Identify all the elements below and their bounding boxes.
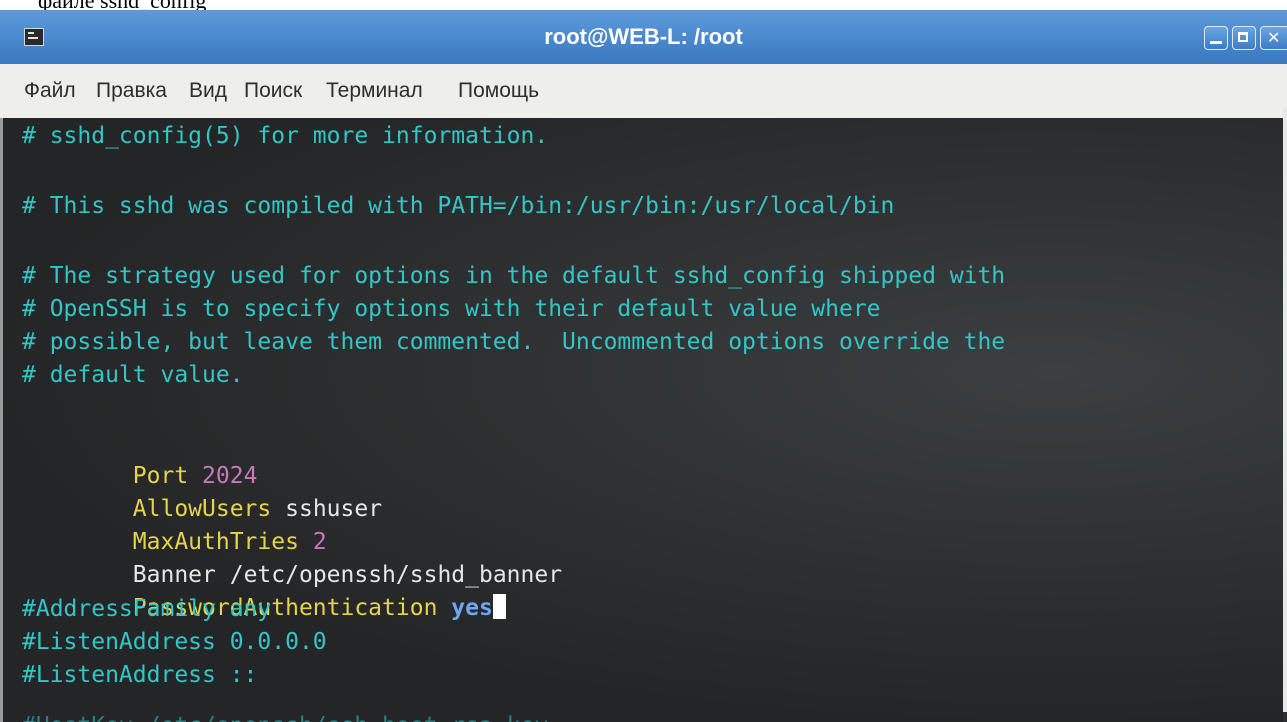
- terminal-left-edge: [0, 118, 3, 722]
- comment-line: # default value.: [22, 362, 244, 388]
- comment-line: #ListenAddress ::: [22, 662, 258, 688]
- menu-view[interactable]: Вид: [189, 79, 227, 103]
- comment-line: # sshd_config(5) for more information.: [22, 123, 549, 149]
- title-bar[interactable]: root@WEB-L: /root: [0, 10, 1287, 64]
- menu-search[interactable]: Поиск: [244, 79, 302, 103]
- config-line-port: Port 2024: [22, 428, 258, 489]
- text-cursor: [492, 594, 506, 619]
- terminal-scrollbar[interactable]: [1283, 108, 1287, 712]
- menu-edit[interactable]: Правка: [96, 79, 167, 103]
- menu-bar: Файл Правка Вид Поиск Терминал Помощь: [0, 64, 1287, 119]
- comment-line: # This sshd was compiled with PATH=/bin:…: [22, 193, 895, 219]
- maximize-button[interactable]: [1232, 26, 1256, 50]
- minimize-button[interactable]: [1204, 26, 1228, 50]
- comment-line: # OpenSSH is to specify options with the…: [22, 296, 881, 322]
- window-title: root@WEB-L: /root: [544, 24, 743, 49]
- config-line-banner: Banner /etc/openssh/sshd_banner: [22, 527, 562, 588]
- config-value: yes: [451, 595, 493, 621]
- cutoff-line: #HostKey /etc/openssh/ssh_host_rsa_key: [22, 710, 548, 722]
- close-button[interactable]: [1260, 26, 1287, 50]
- menu-help[interactable]: Помощь: [458, 79, 539, 103]
- terminal-content[interactable]: # sshd_config(5) for more information. #…: [0, 118, 1283, 722]
- comment-line: #AddressFamily any: [22, 596, 272, 622]
- menu-terminal[interactable]: Терминал: [326, 79, 423, 103]
- comment-line: # The strategy used for options in the d…: [22, 263, 1006, 289]
- menu-file[interactable]: Файл: [24, 79, 76, 103]
- config-line-passwordauthentication: PasswordAuthentication yes: [22, 560, 506, 621]
- comment-line: #ListenAddress 0.0.0.0: [22, 629, 327, 655]
- config-line-allowusers: AllowUsers sshuser: [22, 461, 382, 522]
- comment-line: # possible, but leave them commented. Un…: [22, 329, 1006, 355]
- config-line-maxauthtries: MaxAuthTries 2: [22, 494, 327, 555]
- terminal-window: root@WEB-L: /root Файл Правка Вид Поиск …: [0, 10, 1287, 722]
